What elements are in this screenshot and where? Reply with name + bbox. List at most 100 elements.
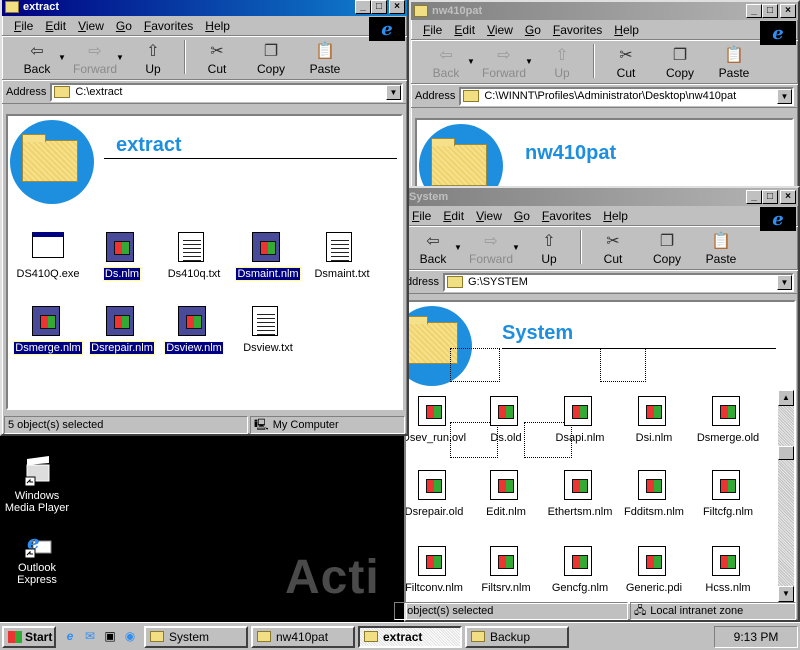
file-item[interactable]: Dsev_run.ovl [406,396,470,444]
close-button[interactable]: × [389,0,405,14]
scroll-thumb[interactable] [778,446,794,460]
file-item[interactable]: Hcss.nlm [692,546,764,594]
back-dropdown-icon[interactable]: ▼ [454,243,462,252]
minimize-button[interactable]: _ [355,0,371,14]
channels-icon[interactable]: ◉ [122,629,138,645]
minimize-button[interactable]: _ [746,190,762,204]
maximize-button[interactable]: □ [371,0,387,14]
back-button[interactable]: ⇦ Back [419,46,473,80]
maximize-button[interactable]: □ [762,190,778,204]
up-button[interactable]: ⇧ Up [522,232,576,266]
address-input[interactable]: G:\SYSTEM ▼ [443,272,794,292]
file-item[interactable]: Ds410q.txt [158,232,230,280]
file-item[interactable]: Dsapi.nlm [544,396,616,444]
menu-view[interactable]: View [72,19,110,33]
file-item[interactable]: Dsmerge.old [692,396,764,444]
file-item[interactable]: Filtconv.nlm [406,546,470,594]
file-item[interactable]: Ds.nlm [86,232,158,281]
menu-edit[interactable]: Edit [448,23,481,37]
file-item[interactable]: Dsi.nlm [618,396,690,444]
file-item[interactable]: DS410Q.exe [12,232,84,280]
forward-dropdown-icon[interactable]: ▼ [116,53,124,62]
cut-button[interactable]: ✂ Cut [190,42,244,76]
forward-button[interactable]: ⇨ Forward [68,42,122,76]
window-nw410pat[interactable]: nw410pat _ □ × File Edit View Go Favorit… [409,0,800,215]
outlook-express-icon[interactable]: ✉ [82,629,98,645]
forward-dropdown-icon[interactable]: ▼ [525,57,533,66]
menu-view[interactable]: View [481,23,519,37]
menu-file[interactable]: File [417,23,448,37]
menu-go[interactable]: Go [110,19,138,33]
close-button[interactable]: × [780,4,796,18]
task-system[interactable]: System [144,625,248,648]
file-item[interactable]: Filtcfg.nlm [692,470,764,518]
system-tray-clock[interactable]: 9:13 PM [714,625,798,648]
menu-help[interactable]: Help [608,23,645,37]
up-button[interactable]: ⇧ Up [535,46,589,80]
file-item[interactable]: Edit.nlm [470,470,542,518]
file-item[interactable]: Dsrepair.old [406,470,470,518]
show-desktop-icon[interactable]: ▣ [102,629,118,645]
task-extract[interactable]: extract [358,625,462,648]
file-item[interactable]: Dsrepair.nlm [86,306,158,355]
paste-button[interactable]: 📋 Paste [707,46,761,80]
vertical-scrollbar[interactable]: ▲ ▼ [778,390,794,602]
menu-help[interactable]: Help [597,209,634,223]
menu-view[interactable]: View [470,209,508,223]
menu-favorites[interactable]: Favorites [547,23,608,37]
address-dropdown-icon[interactable]: ▼ [777,88,792,104]
task-backup[interactable]: Backup [465,625,569,648]
file-item[interactable]: Fdditsm.nlm [618,470,690,518]
paste-button[interactable]: 📋 Paste [298,42,352,76]
menu-go[interactable]: Go [519,23,547,37]
back-button[interactable]: ⇦ Back [10,42,64,76]
menu-help[interactable]: Help [199,19,236,33]
copy-button[interactable]: ❐ Copy [653,46,707,80]
cut-button[interactable]: ✂ Cut [586,232,640,266]
window-extract[interactable]: extract _ □ × File Edit View Go Favorite… [0,0,409,436]
task-nw410pat[interactable]: nw410pat [251,625,355,648]
desktop-icon-windows-media-player[interactable]: Windows Media Player [2,455,72,514]
menu-file[interactable]: File [406,209,437,223]
file-item[interactable]: Ds.old [470,396,542,444]
file-item[interactable]: Dsmaint.nlm [232,232,304,281]
menu-edit[interactable]: Edit [437,209,470,223]
file-item[interactable]: Dsmerge.nlm [12,306,84,355]
back-button[interactable]: ⇦ Back [406,232,460,266]
forward-button[interactable]: ⇨ Forward [477,46,531,80]
back-dropdown-icon[interactable]: ▼ [58,53,66,62]
menu-favorites[interactable]: Favorites [536,209,597,223]
desktop-icon-outlook-express[interactable]: e Outlook Express [2,527,72,586]
folder-view[interactable]: extract DS410Q.exe Ds.nlm Ds410q.txt Dsmain… [6,114,403,410]
title-bar[interactable]: extract _ □ × [2,0,407,16]
file-item[interactable]: Dsmaint.txt [306,232,378,280]
internet-explorer-icon[interactable]: e [62,629,78,645]
file-item[interactable]: Filtsrv.nlm [470,546,542,594]
address-dropdown-icon[interactable]: ▼ [777,274,792,290]
scroll-up-icon[interactable]: ▲ [778,390,794,406]
address-dropdown-icon[interactable]: ▼ [386,84,401,100]
cut-button[interactable]: ✂ Cut [599,46,653,80]
window-system[interactable]: System _ □ × File Edit View Go Favorites… [394,186,800,622]
forward-button[interactable]: ⇨ Forward [464,232,518,266]
forward-dropdown-icon[interactable]: ▼ [512,243,520,252]
title-bar[interactable]: System _ □ × [406,188,798,206]
file-item[interactable]: Ethertsm.nlm [544,470,616,518]
menu-favorites[interactable]: Favorites [138,19,199,33]
up-button[interactable]: ⇧ Up [126,42,180,76]
file-item[interactable]: Dsview.nlm [158,306,230,355]
start-button[interactable]: Start [2,625,56,648]
menu-go[interactable]: Go [508,209,536,223]
maximize-button[interactable]: □ [762,4,778,18]
scroll-down-icon[interactable]: ▼ [778,586,794,602]
paste-button[interactable]: 📋 Paste [694,232,748,266]
minimize-button[interactable]: _ [746,4,762,18]
address-input[interactable]: C:\WINNT\Profiles\Administrator\Desktop\… [459,86,794,106]
menu-file[interactable]: File [8,19,39,33]
menu-edit[interactable]: Edit [39,19,72,33]
file-item[interactable]: Generic.pdi [618,546,690,594]
title-bar[interactable]: nw410pat _ □ × [411,2,798,20]
folder-view[interactable]: System Dsev_run.ovl Ds.old Dsapi.nlm Dsi.nl… [404,300,796,604]
file-item[interactable]: Dsview.txt [232,306,304,354]
close-button[interactable]: × [780,190,796,204]
